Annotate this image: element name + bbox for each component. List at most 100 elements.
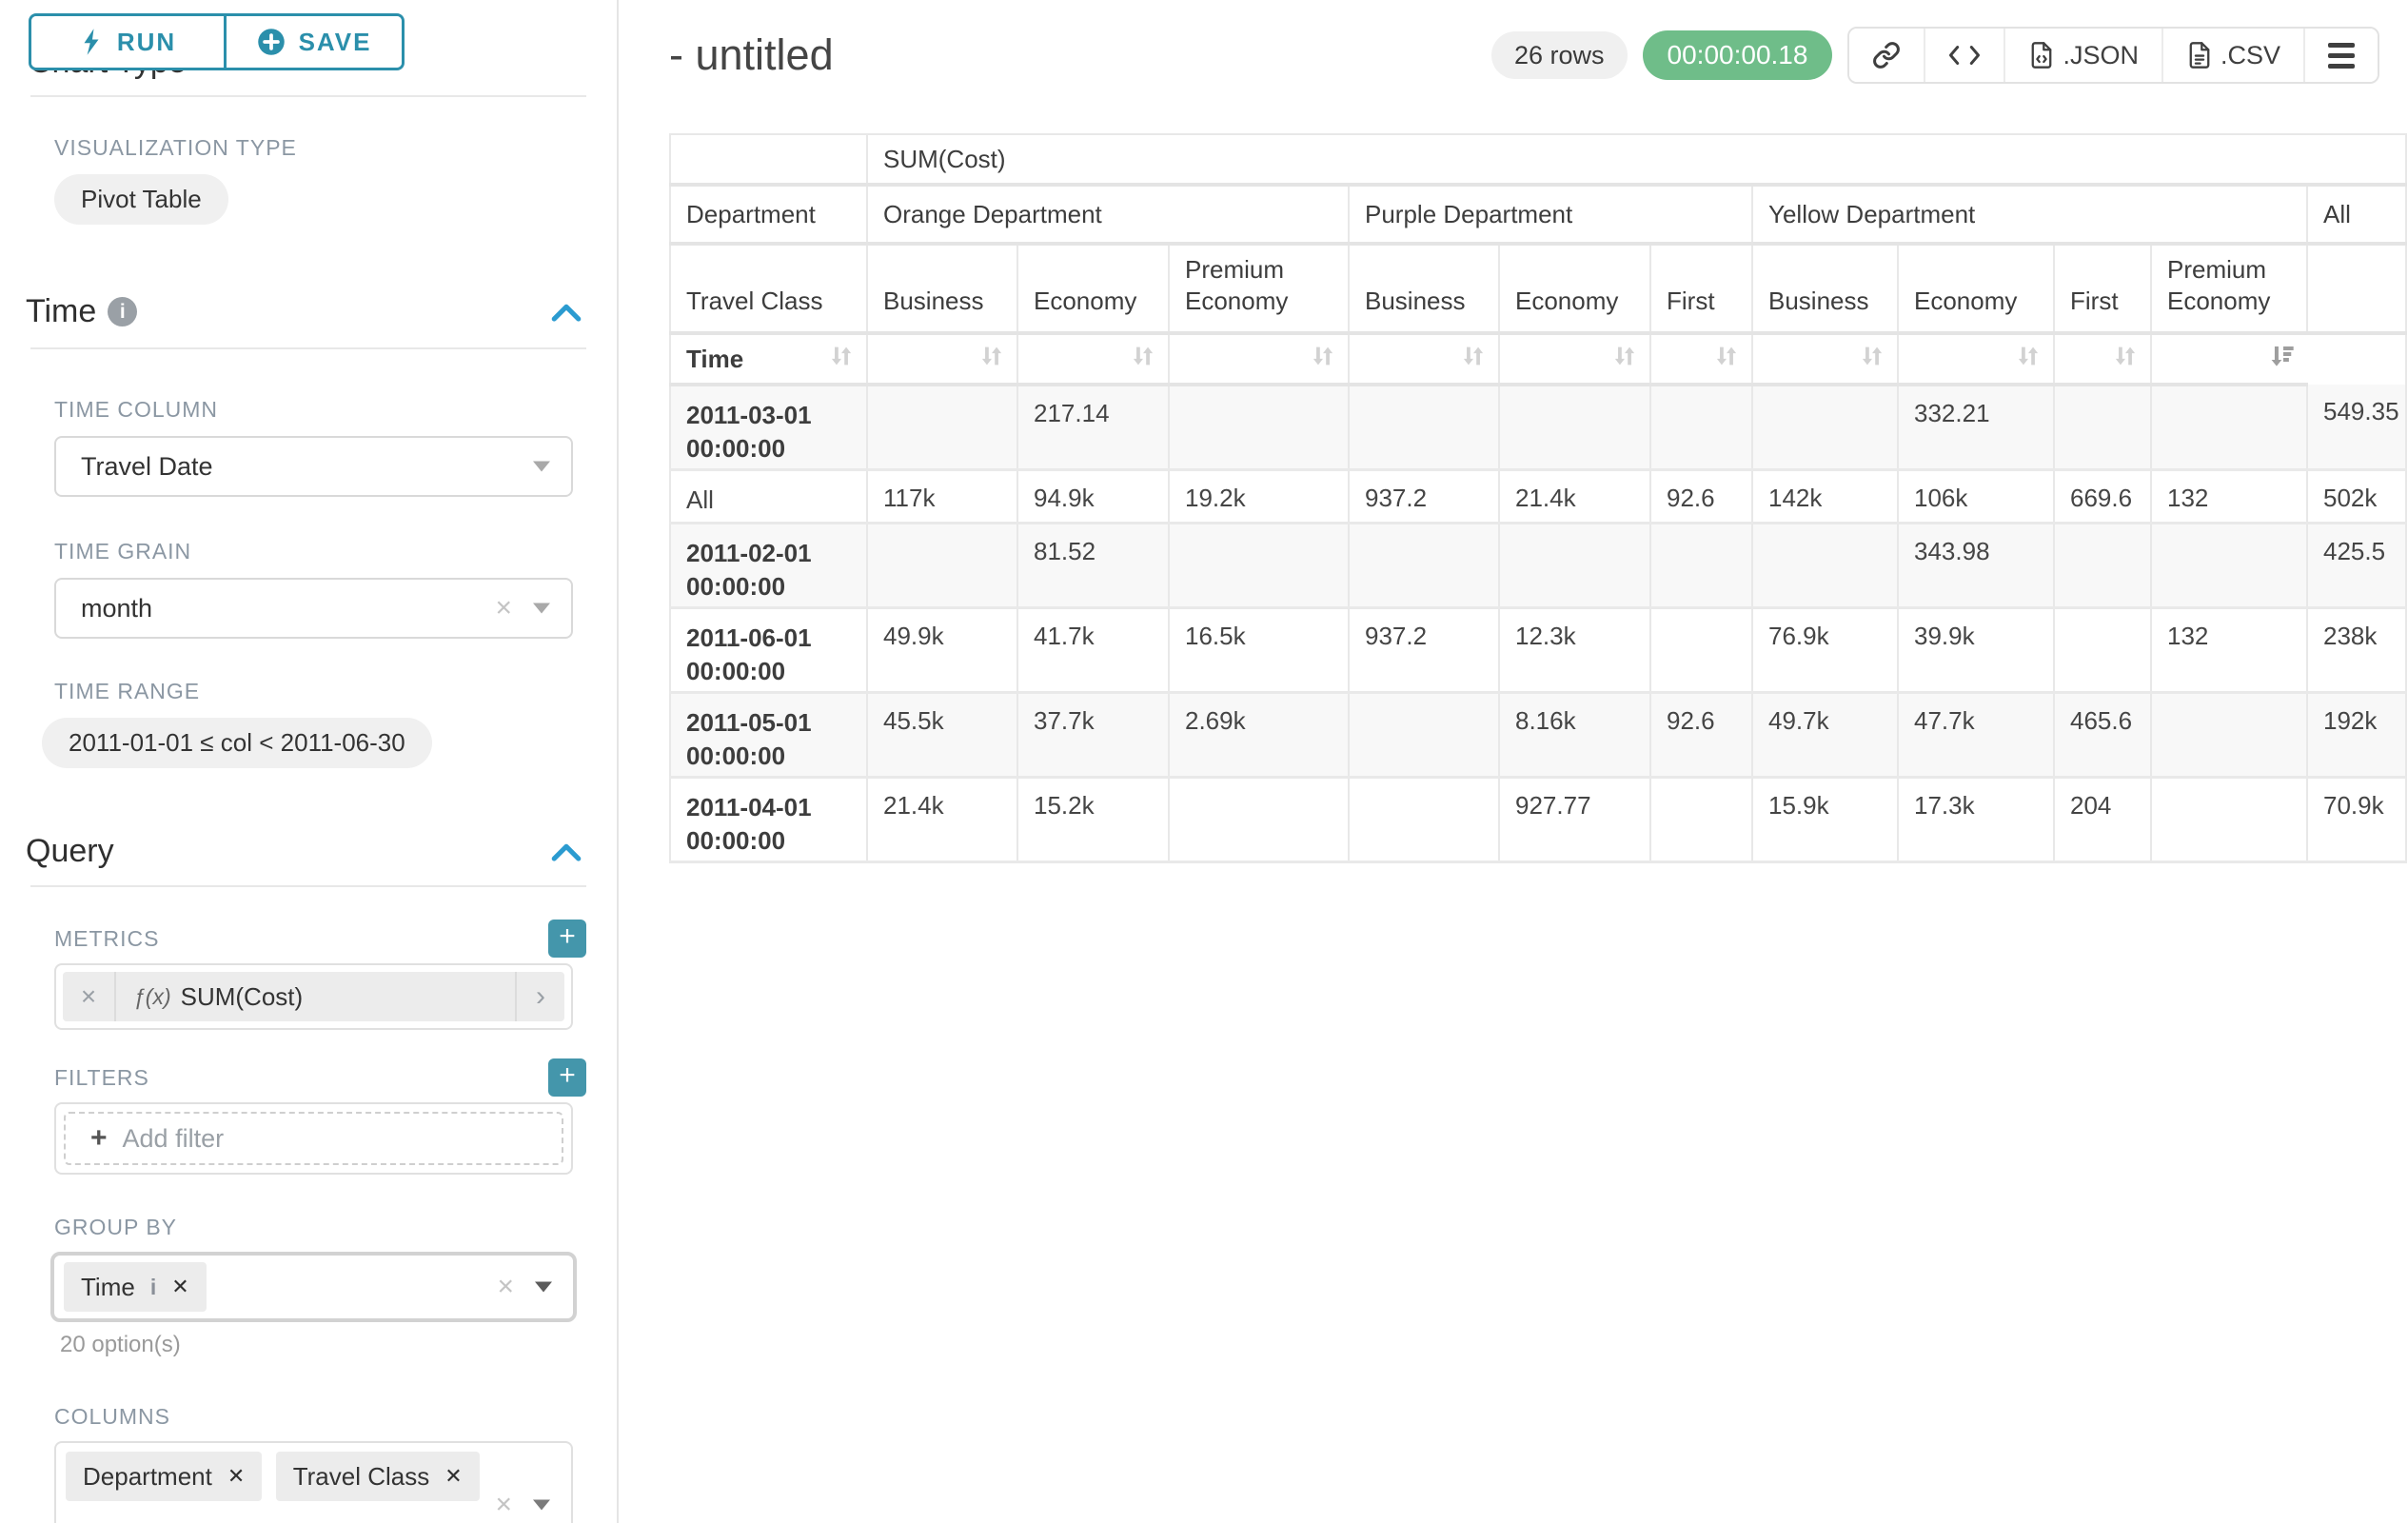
chart-panel: - untitled 26 rows 00:00:00.18 — [619, 0, 2408, 1523]
pivot-column-header: Economy — [1499, 244, 1650, 333]
pivot-cell — [2151, 385, 2307, 469]
sort-icon[interactable] — [2110, 341, 2141, 378]
pivot-sort-cell[interactable] — [1752, 333, 1898, 385]
chevron-up-icon[interactable] — [550, 301, 582, 324]
pivot-cell — [2054, 523, 2151, 607]
sort-icon[interactable] — [1458, 341, 1489, 378]
pivot-column-group-header: Purple Department — [1349, 185, 1752, 244]
columns-select[interactable]: Department ✕ Travel Class ✕ × — [54, 1441, 573, 1523]
token-info-icon: i — [150, 1275, 156, 1300]
clear-icon[interactable]: × — [497, 1271, 514, 1303]
add-metric-button[interactable]: + — [548, 920, 586, 958]
metric-pill[interactable]: × ƒ(x) SUM(Cost) › — [63, 972, 564, 1021]
chevron-right-icon[interactable]: › — [515, 972, 564, 1021]
columns-token-department[interactable]: Department ✕ — [66, 1452, 262, 1501]
pivot-sort-cell[interactable] — [2151, 333, 2307, 385]
pivot-cell: 16.5k — [1169, 607, 1349, 692]
pivot-sort-cell[interactable] — [1898, 333, 2054, 385]
export-json-button[interactable]: .JSON — [2003, 29, 2161, 82]
sort-icon[interactable] — [1308, 341, 1338, 378]
pivot-row-header: 2011-04-01 00:00:00 — [670, 777, 867, 861]
pivot-cell: 425.5 — [2307, 523, 2406, 607]
export-csv-button[interactable]: .CSV — [2161, 29, 2303, 82]
sort-descending-active-icon[interactable] — [2265, 341, 2298, 378]
chevron-up-icon[interactable] — [550, 841, 582, 863]
pivot-cell: 669.6 — [2054, 469, 2151, 523]
visualization-type-label: VISUALIZATION TYPE — [54, 135, 297, 161]
pivot-cell: 17.3k — [1898, 777, 2054, 861]
pivot-cell: 45.5k — [867, 692, 1017, 777]
pivot-cell: 21.4k — [867, 777, 1017, 861]
pivot-column-header — [2307, 244, 2406, 333]
pivot-cell: 70.9k — [2307, 777, 2406, 861]
group-by-select[interactable]: Time i ✕ × — [50, 1252, 577, 1322]
pivot-cell — [1499, 523, 1650, 607]
add-filter-dropzone[interactable]: + Add filter — [64, 1112, 563, 1165]
pivot-cell: 92.6 — [1650, 469, 1752, 523]
time-column-label: TIME COLUMN — [54, 397, 617, 423]
pivot-column-header: Economy — [1898, 244, 2054, 333]
remove-metric-icon[interactable]: × — [63, 972, 116, 1021]
time-range-value[interactable]: 2011-01-01 ≤ col < 2011-06-30 — [42, 718, 432, 768]
token-remove-icon[interactable]: ✕ — [227, 1464, 245, 1489]
pivot-sort-cell[interactable] — [1017, 333, 1169, 385]
clear-icon[interactable]: × — [495, 592, 512, 624]
filters-label: FILTERS — [54, 1065, 149, 1091]
caret-down-icon — [533, 1500, 550, 1511]
pivot-column-header: First — [1650, 244, 1752, 333]
visualization-type-value[interactable]: Pivot Table — [54, 174, 228, 225]
file-csv-icon — [2186, 41, 2213, 69]
add-filter-button[interactable]: + — [548, 1058, 586, 1097]
copy-link-button[interactable] — [1849, 29, 1924, 82]
pivot-sort-cell[interactable] — [867, 333, 1017, 385]
run-button[interactable]: RUN — [31, 16, 227, 68]
clear-icon[interactable]: × — [495, 1489, 512, 1521]
chart-header: - untitled 26 rows 00:00:00.18 — [669, 27, 2408, 84]
group-by-options-hint: 20 option(s) — [60, 1332, 617, 1358]
pivot-cell: 15.2k — [1017, 777, 1169, 861]
time-grain-label: TIME GRAIN — [54, 539, 617, 564]
token-label: Time — [81, 1273, 135, 1302]
time-grain-select[interactable]: month × — [54, 578, 573, 639]
save-button[interactable]: SAVE — [227, 16, 402, 68]
query-timer-badge: 00:00:00.18 — [1643, 30, 1833, 80]
token-remove-icon[interactable]: ✕ — [444, 1464, 462, 1489]
pivot-cell — [2151, 777, 2307, 861]
sort-icon[interactable] — [1609, 341, 1640, 378]
link-icon — [1872, 41, 1901, 69]
time-column-select[interactable]: Travel Date — [54, 436, 573, 497]
embed-code-button[interactable] — [1924, 29, 2003, 82]
plus-circle-icon — [257, 28, 286, 56]
pivot-cell: 132 — [2151, 607, 2307, 692]
pivot-row: 2011-04-01 00:00:0021.4k15.2k927.7715.9k… — [670, 777, 2406, 861]
pivot-sort-row-header[interactable]: Time — [670, 333, 867, 385]
columns-token-travel-class[interactable]: Travel Class ✕ — [276, 1452, 480, 1501]
pivot-cell: 76.9k — [1752, 607, 1898, 692]
sort-icon[interactable] — [1711, 341, 1742, 378]
sort-icon[interactable] — [1857, 341, 1887, 378]
token-remove-icon[interactable]: ✕ — [171, 1275, 188, 1299]
pivot-cell: 343.98 — [1898, 523, 2054, 607]
pivot-sort-cell[interactable] — [1650, 333, 1752, 385]
sort-icon[interactable] — [2013, 341, 2043, 378]
pivot-sort-cell[interactable] — [2054, 333, 2151, 385]
chart-title[interactable]: - untitled — [669, 30, 834, 80]
pivot-cell: 8.16k — [1499, 692, 1650, 777]
pivot-cell — [1169, 777, 1349, 861]
pivot-cell — [1349, 385, 1499, 469]
sort-icon[interactable] — [1128, 341, 1158, 378]
pivot-cell: 15.9k — [1752, 777, 1898, 861]
filter-control: + Add filter — [54, 1102, 573, 1175]
sort-icon[interactable] — [977, 341, 1007, 378]
pivot-cell: 19.2k — [1169, 469, 1349, 523]
add-filter-text: Add filter — [123, 1124, 225, 1154]
pivot-cell — [1752, 385, 1898, 469]
pivot-sort-cell[interactable] — [1169, 333, 1349, 385]
pivot-sort-cell[interactable] — [1499, 333, 1650, 385]
sort-icon[interactable] — [826, 341, 857, 378]
pivot-cell: 39.9k — [1898, 607, 2054, 692]
hamburger-menu-icon — [2328, 43, 2355, 69]
more-options-button[interactable] — [2303, 29, 2378, 82]
group-by-token-time[interactable]: Time i ✕ — [64, 1262, 207, 1312]
pivot-sort-cell[interactable] — [1349, 333, 1499, 385]
